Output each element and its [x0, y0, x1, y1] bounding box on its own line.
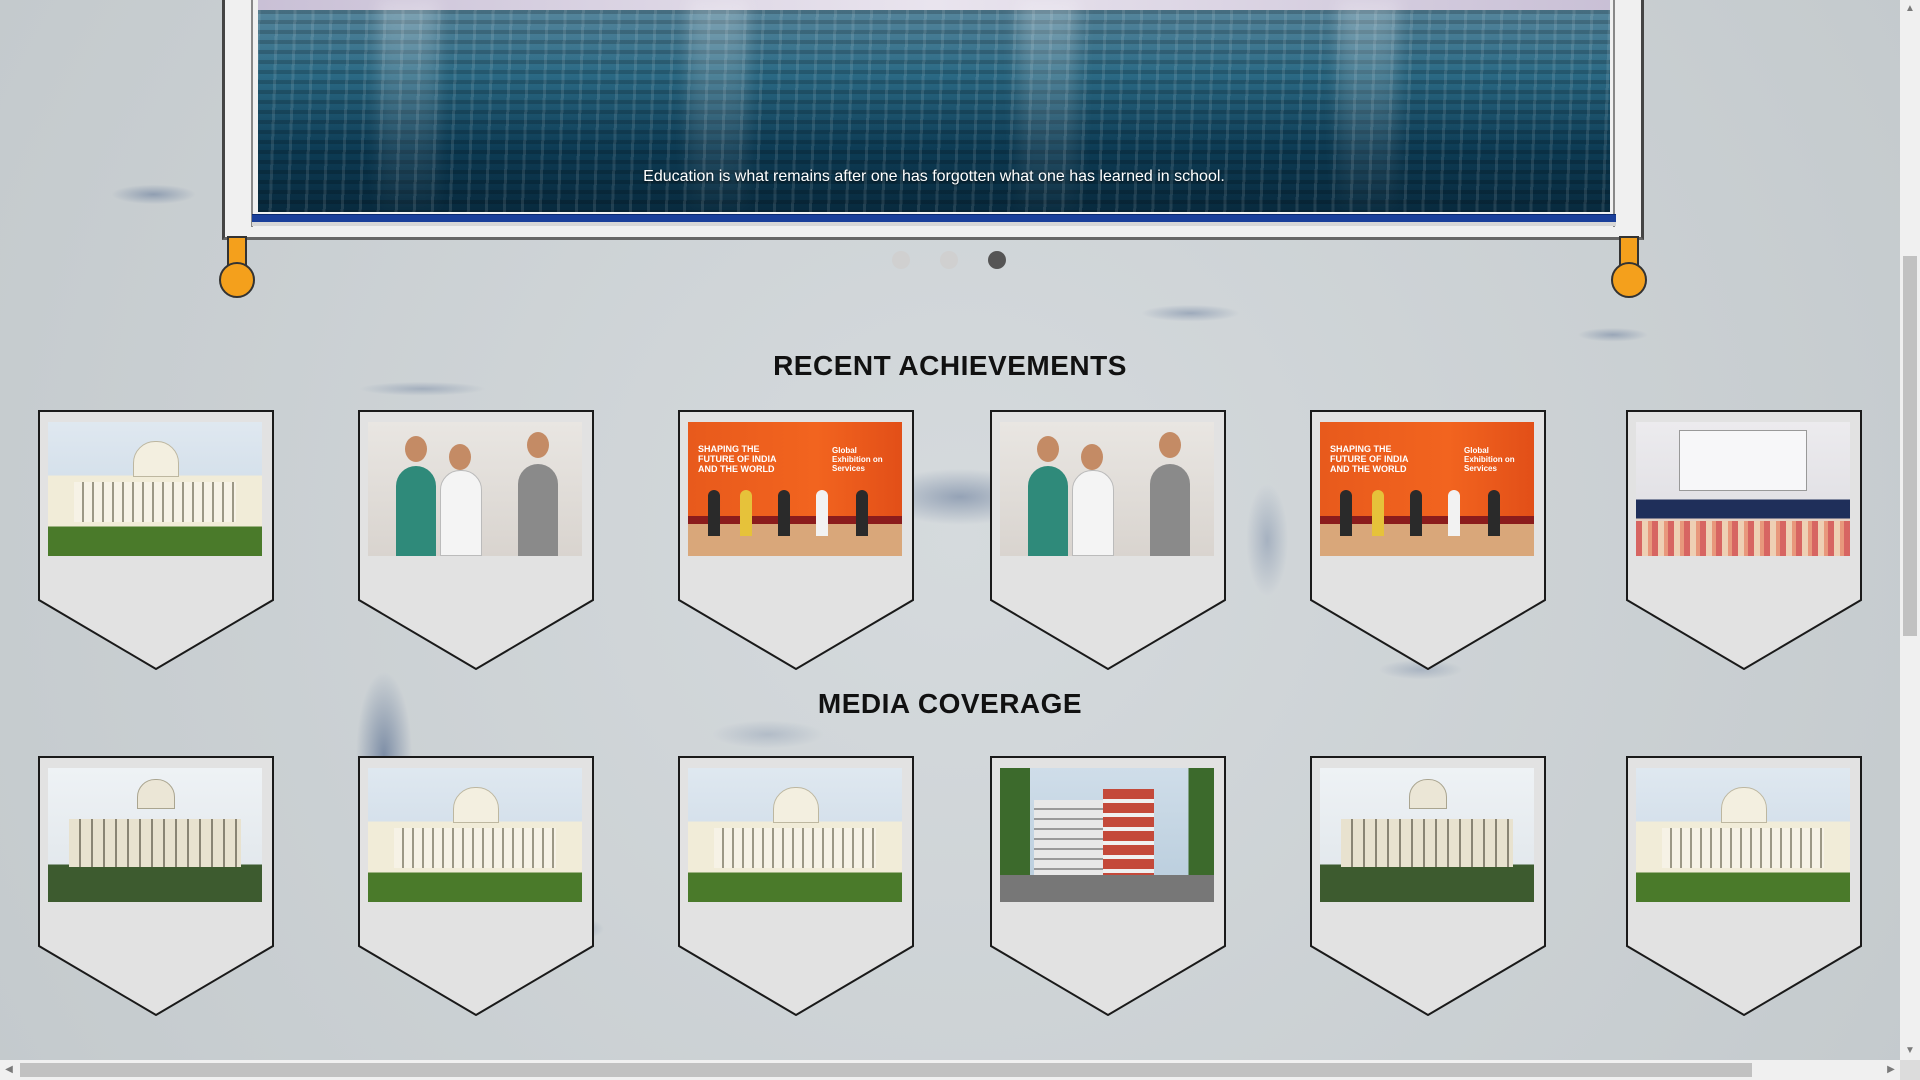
exhibition-stage-photo: SHAPING THE FUTURE OF INDIA AND THE WORL… — [688, 422, 902, 556]
media-card[interactable] — [38, 756, 274, 1016]
stage-figure — [1448, 490, 1460, 536]
horizontal-scrollbar[interactable]: ◀ ▶ — [0, 1060, 1900, 1080]
scroll-left-arrow-icon[interactable]: ◀ — [0, 1060, 18, 1080]
carousel-dot-3[interactable] — [988, 251, 1006, 269]
stage-figure — [1410, 490, 1422, 536]
person-head — [1081, 444, 1103, 470]
knob-ball — [219, 262, 255, 298]
media-card[interactable] — [990, 756, 1226, 1016]
main-building-photo — [48, 422, 262, 556]
media-row — [38, 756, 1862, 1016]
panel-event-photo — [1636, 422, 1850, 556]
exhibition-banner-text: SHAPING THE FUTURE OF INDIA AND THE WORL… — [1330, 444, 1409, 474]
exhibition-stage-photo: SHAPING THE FUTURE OF INDIA AND THE WORL… — [1320, 422, 1534, 556]
hero-grey-bar — [252, 222, 1616, 226]
hero-slide-image: Education is what remains after one has … — [258, 0, 1610, 212]
exhibition-banner-text: SHAPING THE FUTURE OF INDIA AND THE WORL… — [698, 444, 777, 474]
person-figure — [1028, 466, 1068, 556]
knob-ball — [1611, 262, 1647, 298]
achievement-card[interactable]: SHAPING THE FUTURE OF INDIA AND THE WORL… — [1310, 410, 1546, 670]
scroll-rod-left-knob — [219, 236, 255, 298]
stage-figure — [1340, 490, 1352, 536]
section-title-media-coverage: MEDIA COVERAGE — [817, 688, 1083, 719]
achievement-card[interactable] — [358, 410, 594, 670]
scroll-up-arrow-icon[interactable]: ▲ — [1900, 0, 1920, 18]
section-title-recent-achievements: RECENT ACHIEVEMENTS — [773, 350, 1127, 381]
achievement-card[interactable]: SHAPING THE FUTURE OF INDIA AND THE WORL… — [678, 410, 914, 670]
horizontal-scrollbar-thumb[interactable] — [20, 1063, 1752, 1077]
person-figure — [440, 470, 482, 556]
carousel-dot-2[interactable] — [940, 251, 958, 269]
researchers-lab-photo — [368, 422, 582, 556]
person-figure — [1150, 464, 1190, 556]
media-card[interactable] — [358, 756, 594, 1016]
person-head — [449, 444, 471, 470]
modern-building-photo — [1000, 768, 1214, 902]
stage-figure — [816, 490, 828, 536]
person-head — [1159, 432, 1181, 458]
researchers-lab-photo — [1000, 422, 1214, 556]
exhibition-banner-text-2: Global Exhibition on Services — [1464, 446, 1515, 473]
stage-figure — [1488, 490, 1500, 536]
main-building-photo — [688, 768, 902, 902]
scrollbar-corner — [1900, 1060, 1920, 1080]
carousel-indicators — [892, 251, 1006, 269]
carousel-dot-1[interactable] — [892, 251, 910, 269]
scroll-rod-right-knob — [1611, 236, 1647, 298]
stage-figure — [740, 490, 752, 536]
scroll-right-arrow-icon[interactable]: ▶ — [1882, 1060, 1900, 1080]
vertical-scrollbar-thumb[interactable] — [1903, 256, 1917, 636]
achievement-card[interactable] — [1626, 410, 1862, 670]
stage-figure — [778, 490, 790, 536]
media-card[interactable] — [678, 756, 914, 1016]
achievement-card[interactable] — [990, 410, 1226, 670]
person-head — [527, 432, 549, 458]
hero-image-top-strip — [258, 0, 1610, 10]
achievement-card[interactable] — [38, 410, 274, 670]
achievements-row: SHAPING THE FUTURE OF INDIA AND THE WORL… — [38, 410, 1862, 670]
main-building-front-photo — [1320, 768, 1534, 902]
person-figure — [518, 464, 558, 556]
stage-figure — [1372, 490, 1384, 536]
main-building-garden-photo — [1636, 768, 1850, 902]
stage-figure — [708, 490, 720, 536]
media-card[interactable] — [1310, 756, 1546, 1016]
main-building-front-photo — [48, 768, 262, 902]
person-head — [1037, 436, 1059, 462]
media-card[interactable] — [1626, 756, 1862, 1016]
hero-caption: Education is what remains after one has … — [643, 168, 1225, 185]
stage-figure — [856, 490, 868, 536]
exhibition-banner-text-2: Global Exhibition on Services — [832, 446, 883, 473]
scroll-down-arrow-icon[interactable]: ▼ — [1900, 1042, 1920, 1060]
main-building-garden-photo — [368, 768, 582, 902]
person-figure — [1072, 470, 1114, 556]
vertical-scrollbar[interactable]: ▲ ▼ — [1900, 0, 1920, 1060]
person-figure — [396, 466, 436, 556]
person-head — [405, 436, 427, 462]
